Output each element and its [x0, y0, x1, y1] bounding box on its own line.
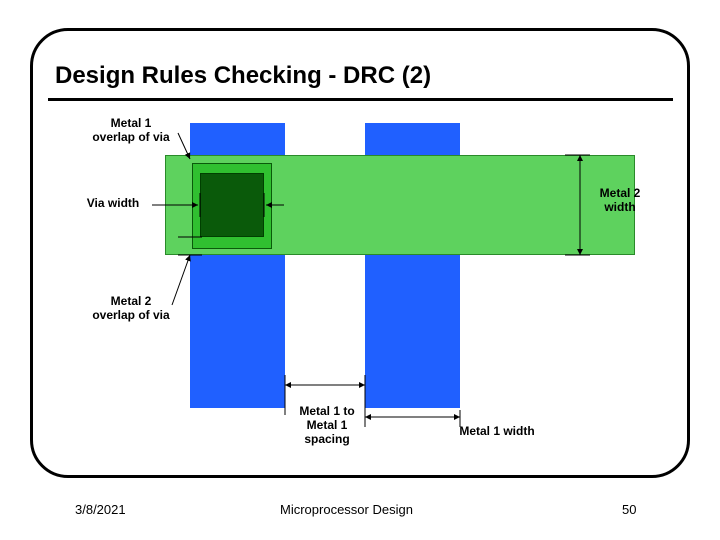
drc-diagram: Metal 1overlap of via Via width Metal 2o… [60, 115, 660, 455]
label-via-width: Via width [78, 197, 148, 211]
slide-title: Design Rules Checking - DRC (2) [55, 62, 431, 90]
dimension-arrows [60, 115, 660, 455]
footer-title: Microprocessor Design [280, 502, 413, 517]
label-metal2-overlap: Metal 2overlap of via [86, 295, 176, 323]
title-rule [48, 98, 673, 101]
label-metal1-spacing: Metal 1 toMetal 1spacing [282, 405, 372, 446]
label-metal2-width: Metal 2width [590, 187, 650, 215]
footer-page-number: 50 [622, 502, 636, 517]
label-metal1-overlap: Metal 1overlap of via [86, 117, 176, 145]
footer-date: 3/8/2021 [75, 502, 126, 517]
label-metal1-width: Metal 1 width [452, 425, 542, 439]
